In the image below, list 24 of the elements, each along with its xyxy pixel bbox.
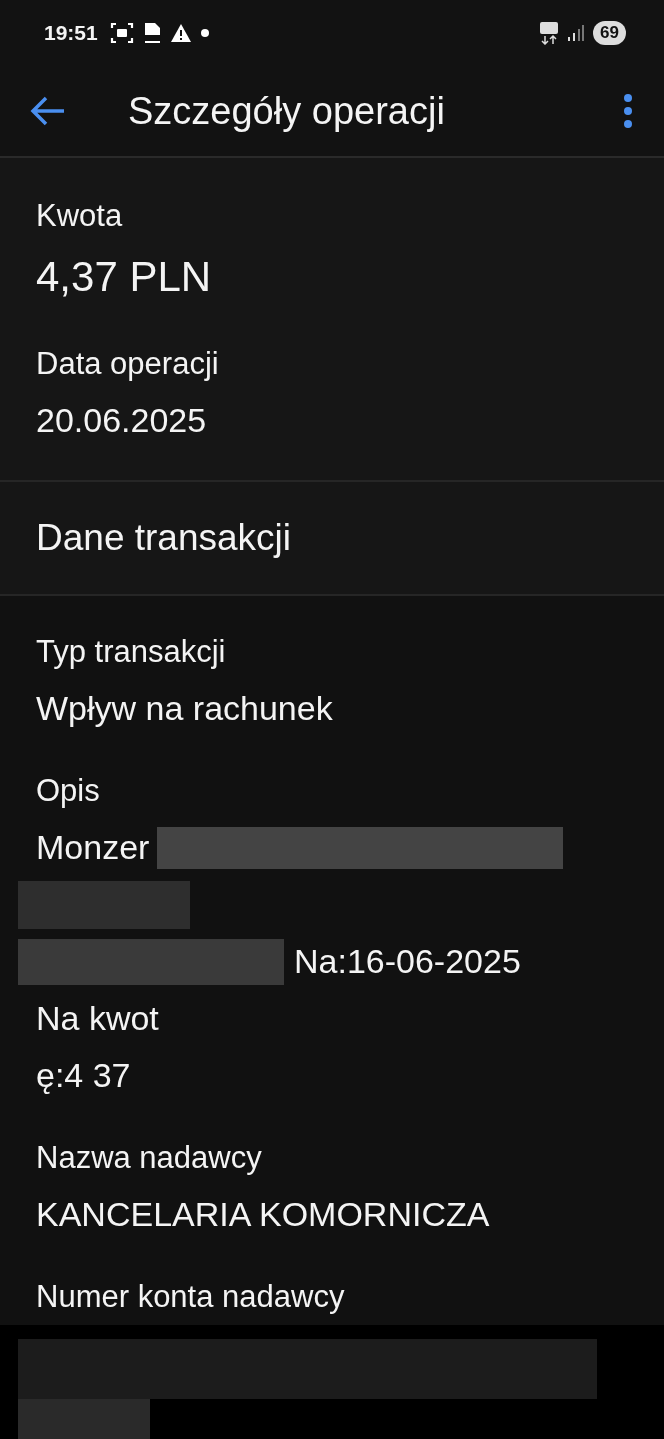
more-menu-icon[interactable]: [622, 93, 634, 130]
status-time: 19:51: [44, 20, 98, 45]
field-label: Data operacji: [36, 345, 220, 384]
field-value: KANCELARIA KOMORNICZA: [36, 1194, 490, 1235]
field-value: Na:16-06-2025: [294, 941, 521, 982]
back-arrow-icon[interactable]: [30, 95, 66, 128]
field-label: Nazwa nadawcy: [35, 1139, 263, 1177]
warning-icon: [169, 22, 192, 43]
notification-dot-icon: [199, 27, 210, 38]
field-label: Kwota: [36, 197, 124, 236]
field-value: ę:4 37: [36, 1055, 131, 1096]
signal-icon: [567, 23, 586, 42]
field-value: Wpływ na rachunek: [36, 688, 333, 729]
field-value: 20.06.2025: [36, 400, 208, 442]
amount-value: 4,37 PLN: [36, 252, 213, 303]
field-value: Monzer: [36, 827, 150, 868]
section-title: Dane transakcji: [0, 482, 664, 596]
battery-level: 69: [593, 20, 626, 45]
field-label: Typ transakcji: [35, 633, 227, 671]
field-label: Numer konta nadawcy: [35, 1278, 346, 1316]
field-value: Na kwot: [36, 998, 159, 1039]
page-title: Szczegóły operacji: [128, 89, 446, 133]
screenshot-icon: [109, 21, 134, 44]
field-label: Opis: [35, 772, 101, 810]
